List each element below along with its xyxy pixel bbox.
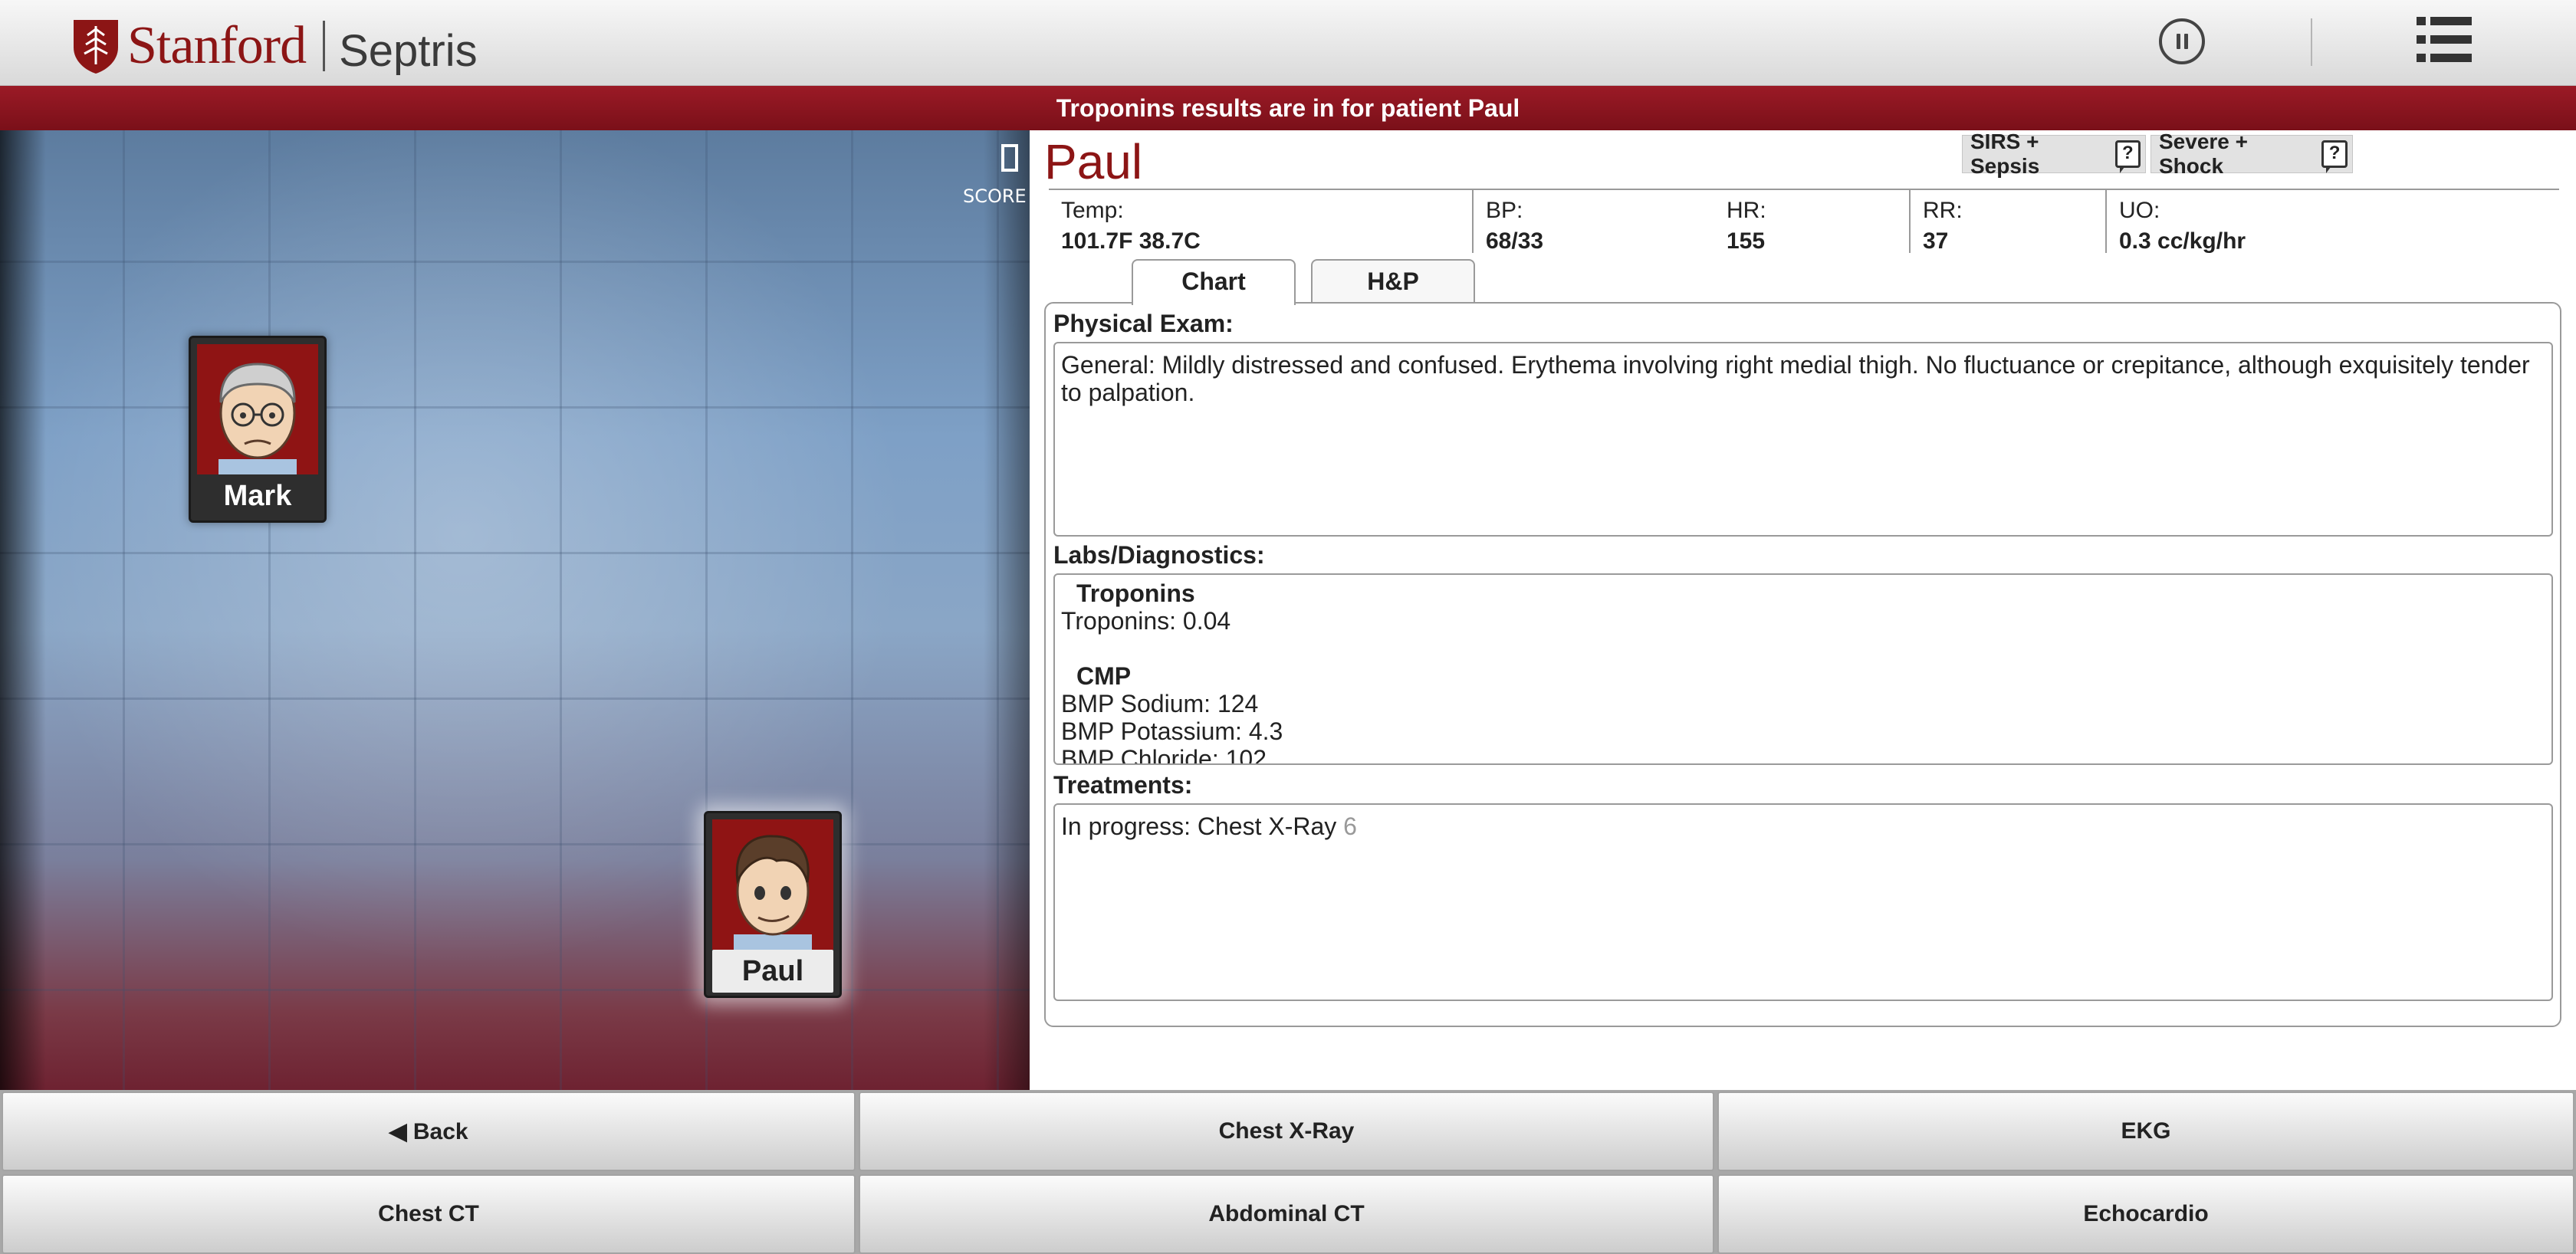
action-button-grid: ◀ Back Chest X-Ray EKG Chest CT Abdomina… (0, 1090, 2576, 1254)
treatments-list[interactable]: In progress: Chest X-Ray 6 (1053, 803, 2553, 1001)
treatment-in-progress: In progress: Chest X-Ray (1061, 812, 1337, 840)
vital-hr: HR: 155 (1727, 198, 1766, 254)
vital-bp: BP: 68/33 (1472, 190, 1714, 254)
app-name: Septris (339, 25, 478, 76)
severe-shock-button[interactable]: Severe + Shock ? (2150, 130, 2353, 178)
lab-result: Troponins: 0.04 (1061, 607, 1231, 635)
pause-icon[interactable] (2159, 18, 2205, 64)
tab-chart[interactable]: Chart (1132, 259, 1296, 305)
severe-shock-label: Severe + Shock (2159, 130, 2248, 178)
patient-name-paul: Paul (712, 950, 833, 993)
ekg-button[interactable]: EKG (1717, 1092, 2574, 1171)
help-bubble-icon[interactable]: ? (2114, 140, 2141, 173)
patient-title: Paul (1044, 134, 1143, 189)
app-header: Stanford Septris (0, 0, 2576, 86)
help-bubble-icon[interactable]: ? (2321, 140, 2348, 173)
menu-list-icon[interactable] (2417, 17, 2472, 63)
patient-portrait-paul (712, 819, 833, 950)
tab-hp[interactable]: H&P (1311, 259, 1475, 304)
patient-portrait-mark (197, 344, 318, 474)
lab-group-title: CMP (1076, 662, 1132, 690)
lab-result: BMP Sodium: 124 (1061, 690, 1259, 717)
lab-result: BMP Potassium: 4.3 (1061, 717, 1283, 745)
stanford-septris-logo: Stanford Septris (71, 15, 478, 77)
patient-card-mark[interactable]: Mark (189, 336, 327, 523)
chest-ct-button[interactable]: Chest CT (2, 1174, 856, 1254)
labs-heading: Labs/Diagnostics: (1053, 541, 1265, 569)
physical-exam-heading: Physical Exam: (1053, 310, 1234, 337)
brand-name: Stanford (127, 16, 307, 75)
vitals-bar: Temp: 101.7F 38.7C BP: 68/33 HR: 155 RR:… (1049, 190, 2559, 254)
game-board: SCORE Mark Paul (0, 130, 1030, 1090)
board-grid (0, 130, 1030, 1090)
chest-xray-button[interactable]: Chest X-Ray (859, 1092, 1714, 1171)
physical-exam-text[interactable]: General: Mildly distressed and confused.… (1053, 342, 2553, 537)
back-button[interactable]: ◀ Back (2, 1092, 856, 1171)
vital-temp: Temp: 101.7F 38.7C (1061, 198, 1201, 254)
lab-group-title: Troponins (1076, 579, 1195, 607)
stanford-shield-icon (74, 20, 118, 74)
patient-panel: Paul SIRS + Sepsis ? Severe + Shock ? Te… (1030, 130, 2576, 1090)
labs-list[interactable]: Troponins Troponins: 0.04 CMP BMP Sodium… (1053, 573, 2553, 765)
sirs-sepsis-button[interactable]: SIRS + Sepsis ? (1962, 130, 2146, 178)
patient-card-paul[interactable]: Paul (704, 811, 842, 998)
score-icon (1001, 144, 1018, 172)
chart-panel: Physical Exam: General: Mildly distresse… (1044, 302, 2561, 1027)
treatments-heading: Treatments: (1053, 771, 1193, 799)
vital-rr: RR: 37 (1909, 190, 2105, 254)
patient-name-mark: Mark (223, 479, 292, 512)
vital-uo: UO: 0.3 cc/kg/hr (2105, 190, 2559, 254)
notification-banner: Troponins results are in for patient Pau… (0, 86, 2576, 130)
treatment-timer: 6 (1343, 812, 1357, 840)
lab-result: BMP Chloride: 102 (1061, 745, 1267, 765)
score-label: SCORE (963, 185, 1027, 207)
abdominal-ct-button[interactable]: Abdominal CT (859, 1174, 1714, 1254)
sirs-sepsis-label: SIRS + Sepsis (1970, 130, 2040, 178)
header-divider (2311, 18, 2312, 66)
logo-divider (323, 21, 326, 71)
echocardio-button[interactable]: Echocardio (1717, 1174, 2574, 1254)
